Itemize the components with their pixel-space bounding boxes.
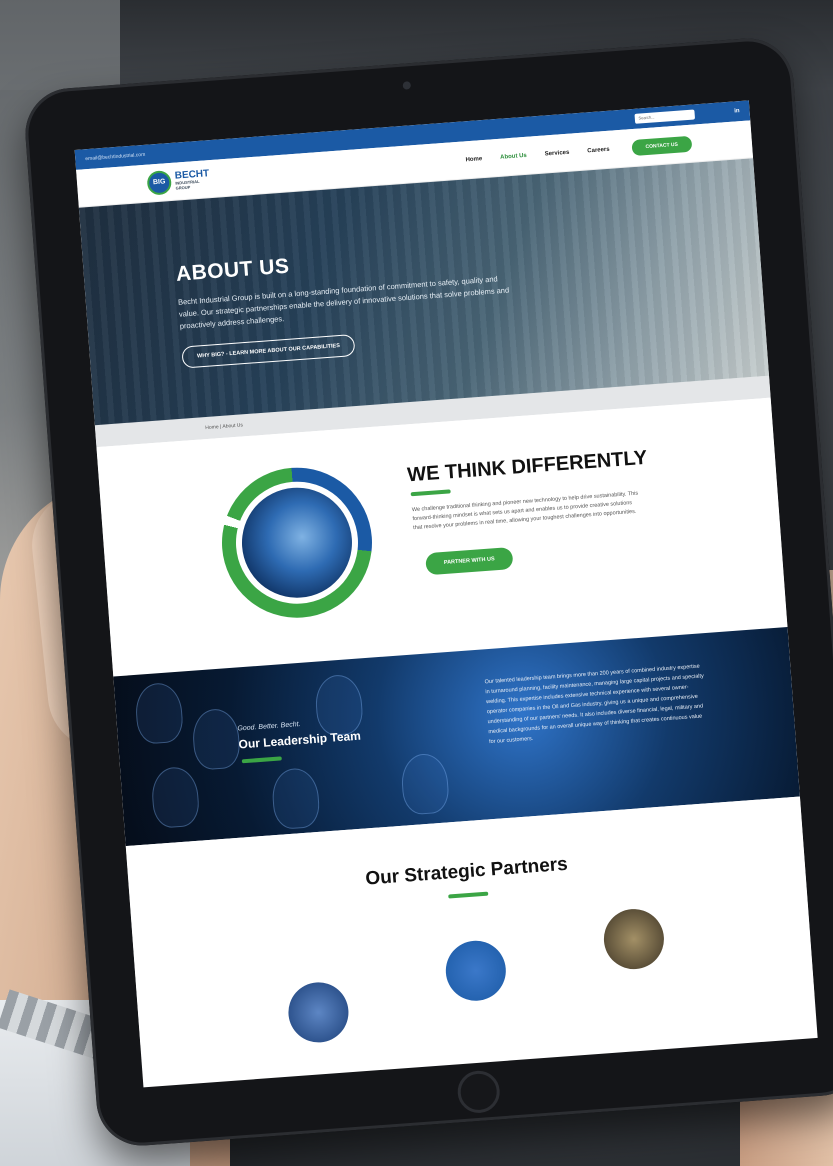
home-button[interactable] [456,1069,502,1115]
linkedin-icon[interactable]: in [734,108,740,114]
bulb-image [150,765,201,829]
tablet-device: email@bechtindustrial.com Search... in B… [22,35,833,1149]
logo-mark: BIG [146,169,173,196]
capabilities-button[interactable]: WHY BIG? - LEARN MORE ABOUT OUR CAPABILI… [181,333,356,369]
partner-logo[interactable] [601,906,667,972]
search-input[interactable]: Search... [634,109,695,124]
bulb-image [270,766,321,831]
circuit-head-image [238,483,356,602]
bulb-image [313,673,365,737]
website-screen: email@bechtindustrial.com Search... in B… [74,100,818,1088]
leadership-tagline: Good. Better. Becht. [237,720,301,733]
nav-home[interactable]: Home [465,156,482,163]
ring-graphic [216,462,378,623]
logo-text: BECHT INDUSTRIAL GROUP [174,168,210,190]
bulb-image [133,681,185,745]
leadership-title: Our Leadership Team [238,728,362,752]
title-underline [410,489,451,497]
title-underline [448,891,489,899]
ring-inner [231,477,363,609]
think-text: We challenge traditional thinking and pi… [411,490,639,532]
contact-us-button[interactable]: CONTACT US [630,135,693,156]
nav-careers[interactable]: Careers [587,146,610,154]
partner-logo[interactable] [443,938,508,1003]
title-underline [241,756,282,764]
bulb-image [399,752,451,816]
think-title: WE THINK DIFFERENTLY [406,446,648,487]
partner-with-us-button[interactable]: PARTNER WITH US [425,546,514,576]
nav-services[interactable]: Services [545,149,570,157]
leadership-text: Our talented leadership team brings more… [484,663,705,746]
camera-icon [402,81,412,90]
bulb-image [191,707,242,771]
partner-logo[interactable] [286,980,351,1045]
nav-about-us[interactable]: About Us [500,152,527,160]
